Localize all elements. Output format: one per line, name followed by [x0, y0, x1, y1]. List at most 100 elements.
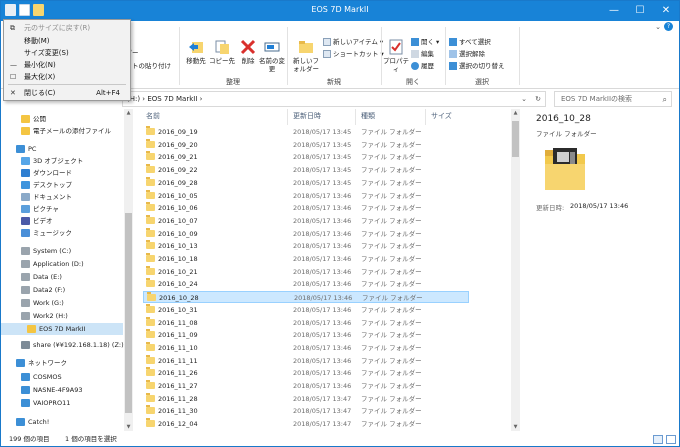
nav-item[interactable]: share (¥¥192.168.1.18) (Z:) [1, 339, 124, 351]
table-row[interactable]: 2016_10_31 2018/05/17 13:46 ファイル フォルダー [143, 303, 469, 316]
table-row[interactable]: 2016_09_19 2018/05/17 13:45 ファイル フォルダー [143, 126, 469, 138]
nav-item-icon [21, 229, 30, 237]
new-item-button[interactable]: 新しいアイテム ▾ [323, 37, 383, 47]
nav-item[interactable]: Catch! [1, 416, 123, 428]
system-menu-item[interactable]: ✕ 閉じる(C) Alt+F4 [4, 87, 130, 99]
table-row[interactable]: 2016_11_08 2018/05/17 13:46 ファイル フォルダー [143, 316, 469, 329]
nav-item[interactable]: ミュージック [1, 227, 123, 239]
new-folder-button[interactable]: 新しいフォルダー [291, 39, 321, 73]
nav-item[interactable]: Work (G:) [1, 297, 123, 309]
edit-button[interactable]: 編集 [411, 49, 434, 59]
column-header-type[interactable]: 種類 [361, 111, 375, 121]
nav-item[interactable]: Data (E:) [1, 271, 123, 283]
copy-to-button[interactable]: コピー先 [209, 39, 235, 65]
row-type: ファイル フォルダー [361, 394, 422, 403]
maximize-button[interactable]: ☐ [627, 1, 653, 21]
scroll-down-icon[interactable]: ▼ [511, 423, 520, 431]
table-row[interactable]: 2016_11_27 2018/05/17 13:46 ファイル フォルダー [143, 380, 469, 392]
invert-selection-button[interactable]: 選択の切り替え [449, 61, 505, 71]
address-bar[interactable]: (H:) › EOS 7D MarkII › ⌄ ↻ [122, 91, 546, 107]
rename-button[interactable]: 名前の変更 [259, 39, 285, 73]
nav-item[interactable]: Work2 (H:) [1, 310, 123, 322]
system-menu-item[interactable]: 移動(M) [4, 35, 130, 47]
table-row[interactable]: 2016_11_30 2018/05/17 13:47 ファイル フォルダー [143, 405, 469, 417]
open-button[interactable]: 開く ▾ [411, 37, 439, 47]
file-list[interactable]: 名前 更新日時 種類 サイズ 2016_09_19 2018/05/17 13:4… [141, 109, 511, 431]
large-icons-view-icon[interactable] [666, 435, 676, 444]
nav-item[interactable]: PC [1, 143, 123, 155]
system-menu-item[interactable]: — 最小化(N) [4, 59, 130, 71]
table-row[interactable]: 2016_11_11 2018/05/17 13:46 ファイル フォルダー [143, 354, 469, 367]
move-to-button[interactable]: 移動先 [183, 39, 209, 65]
system-menu-item[interactable]: ☐ 最大化(X) [4, 71, 130, 83]
table-row[interactable]: 2016_10_05 2018/05/17 13:46 ファイル フォルダー [143, 189, 469, 202]
refresh-icon[interactable]: ↻ [535, 92, 541, 106]
table-row[interactable]: 2016_10_13 2018/05/17 13:46 ファイル フォルダー [143, 240, 469, 252]
ribbon-collapse-button[interactable]: ⌄ [655, 23, 661, 31]
nav-item[interactable]: デスクトップ [1, 179, 123, 191]
list-scroll-thumb[interactable] [512, 121, 519, 157]
table-row[interactable]: 2016_09_22 2018/05/17 13:45 ファイル フォルダー [143, 164, 469, 176]
select-none-button[interactable]: 選択解除 [449, 49, 485, 59]
scroll-up-icon[interactable]: ▲ [124, 109, 133, 117]
select-all-button[interactable]: すべて選択 [449, 37, 491, 47]
chevron-down-icon[interactable]: ⌄ [521, 92, 527, 106]
column-divider[interactable] [425, 109, 426, 125]
scroll-down-icon[interactable]: ▼ [124, 423, 133, 431]
nav-item[interactable]: 公開 [1, 113, 123, 125]
title-bar[interactable]: EOS 7D MarkII — ☐ ✕ [1, 1, 679, 21]
table-row[interactable]: 2016_10_06 2018/05/17 13:46 ファイル フォルダー [143, 202, 469, 214]
nav-item[interactable]: ピクチャ [1, 203, 123, 215]
column-header-size[interactable]: サイズ [431, 111, 452, 121]
table-row[interactable]: 2016_10_24 2018/05/17 13:46 ファイル フォルダー [143, 278, 469, 290]
column-header-date[interactable]: 更新日時 [293, 111, 321, 121]
nav-scrollbar[interactable]: ▲ ▼ [124, 109, 133, 431]
column-divider[interactable] [287, 109, 288, 125]
table-row[interactable]: 2016_10_28 2018/05/17 13:46 ファイル フォルダー [143, 291, 469, 304]
table-row[interactable]: 2016_09_21 2018/05/17 13:45 ファイル フォルダー [143, 151, 469, 163]
nav-item[interactable]: ダウンロード [1, 167, 123, 179]
table-row[interactable]: 2016_11_09 2018/05/17 13:46 ファイル フォルダー [143, 329, 469, 341]
nav-item[interactable]: 3D オブジェクト [1, 155, 123, 167]
nav-item[interactable]: Data2 (F:) [1, 284, 123, 296]
help-icon[interactable]: ? [664, 22, 673, 31]
column-divider[interactable] [355, 109, 356, 125]
breadcrumb[interactable]: (H:) › EOS 7D MarkII › [127, 95, 202, 103]
history-button[interactable]: 履歴 [411, 61, 434, 71]
system-menu-item[interactable]: サイズ変更(S) [4, 47, 130, 59]
scroll-up-icon[interactable]: ▲ [511, 109, 520, 117]
table-row[interactable]: 2016_09_20 2018/05/17 13:45 ファイル フォルダー [143, 138, 469, 151]
table-row[interactable]: 2016_11_28 2018/05/17 13:47 ファイル フォルダー [143, 392, 469, 405]
list-scrollbar[interactable]: ▲ ▼ [511, 109, 520, 431]
column-header-name[interactable]: 名前 [146, 111, 160, 121]
table-row[interactable]: 2016_10_07 2018/05/17 13:46 ファイル フォルダー [143, 214, 469, 227]
nav-item[interactable]: ネットワーク [1, 357, 123, 369]
nav-item[interactable]: VAIOPRO11 [1, 397, 123, 409]
table-row[interactable]: 2016_11_10 2018/05/17 13:46 ファイル フォルダー [143, 341, 469, 354]
table-row[interactable]: 2016_12_04 2018/05/17 13:47 ファイル フォルダー [143, 418, 469, 430]
close-button[interactable]: ✕ [653, 1, 679, 21]
nav-item[interactable]: ビデオ [1, 215, 123, 227]
nav-scroll-thumb[interactable] [125, 213, 132, 413]
nav-item[interactable]: System (C:) [1, 245, 123, 257]
table-row[interactable]: 2016_11_26 2018/05/17 13:46 ファイル フォルダー [143, 367, 469, 379]
search-input[interactable]: EOS 7D MarkIIの検索 ⌕ [554, 91, 672, 107]
table-row[interactable]: 2016_10_18 2018/05/17 13:46 ファイル フォルダー [143, 253, 469, 265]
nav-item[interactable]: Application (D:) [1, 258, 123, 270]
nav-item[interactable]: COSMOS [1, 371, 123, 383]
nav-item[interactable]: EOS 7D MarkII [1, 323, 123, 335]
navigation-pane[interactable]: 公開 電子メールの添付ファイル PC 3D オブジェクト ダウンロード デスクトップ ドキュ… [1, 109, 133, 431]
nav-item[interactable]: ドキュメント [1, 191, 123, 203]
delete-button[interactable]: 削除 [235, 39, 261, 65]
minimize-button[interactable]: — [601, 1, 627, 21]
table-row[interactable]: 2016_10_21 2018/05/17 13:46 ファイル フォルダー [143, 265, 469, 278]
menu-item-icon: — [10, 61, 17, 69]
nav-item[interactable]: NASNE-4F9A93 [1, 384, 123, 396]
easy-access-button[interactable]: ショートカット ▾ [323, 49, 384, 59]
table-row[interactable]: 2016_10_09 2018/05/17 13:46 ファイル フォルダー [143, 227, 469, 240]
move-to-label: 移動先 [186, 57, 206, 65]
nav-item[interactable]: 電子メールの添付ファイル [1, 125, 123, 137]
details-view-icon[interactable] [653, 435, 663, 444]
properties-button[interactable]: プロパティ [383, 39, 409, 73]
table-row[interactable]: 2016_09_28 2018/05/17 13:45 ファイル フォルダー [143, 176, 469, 189]
